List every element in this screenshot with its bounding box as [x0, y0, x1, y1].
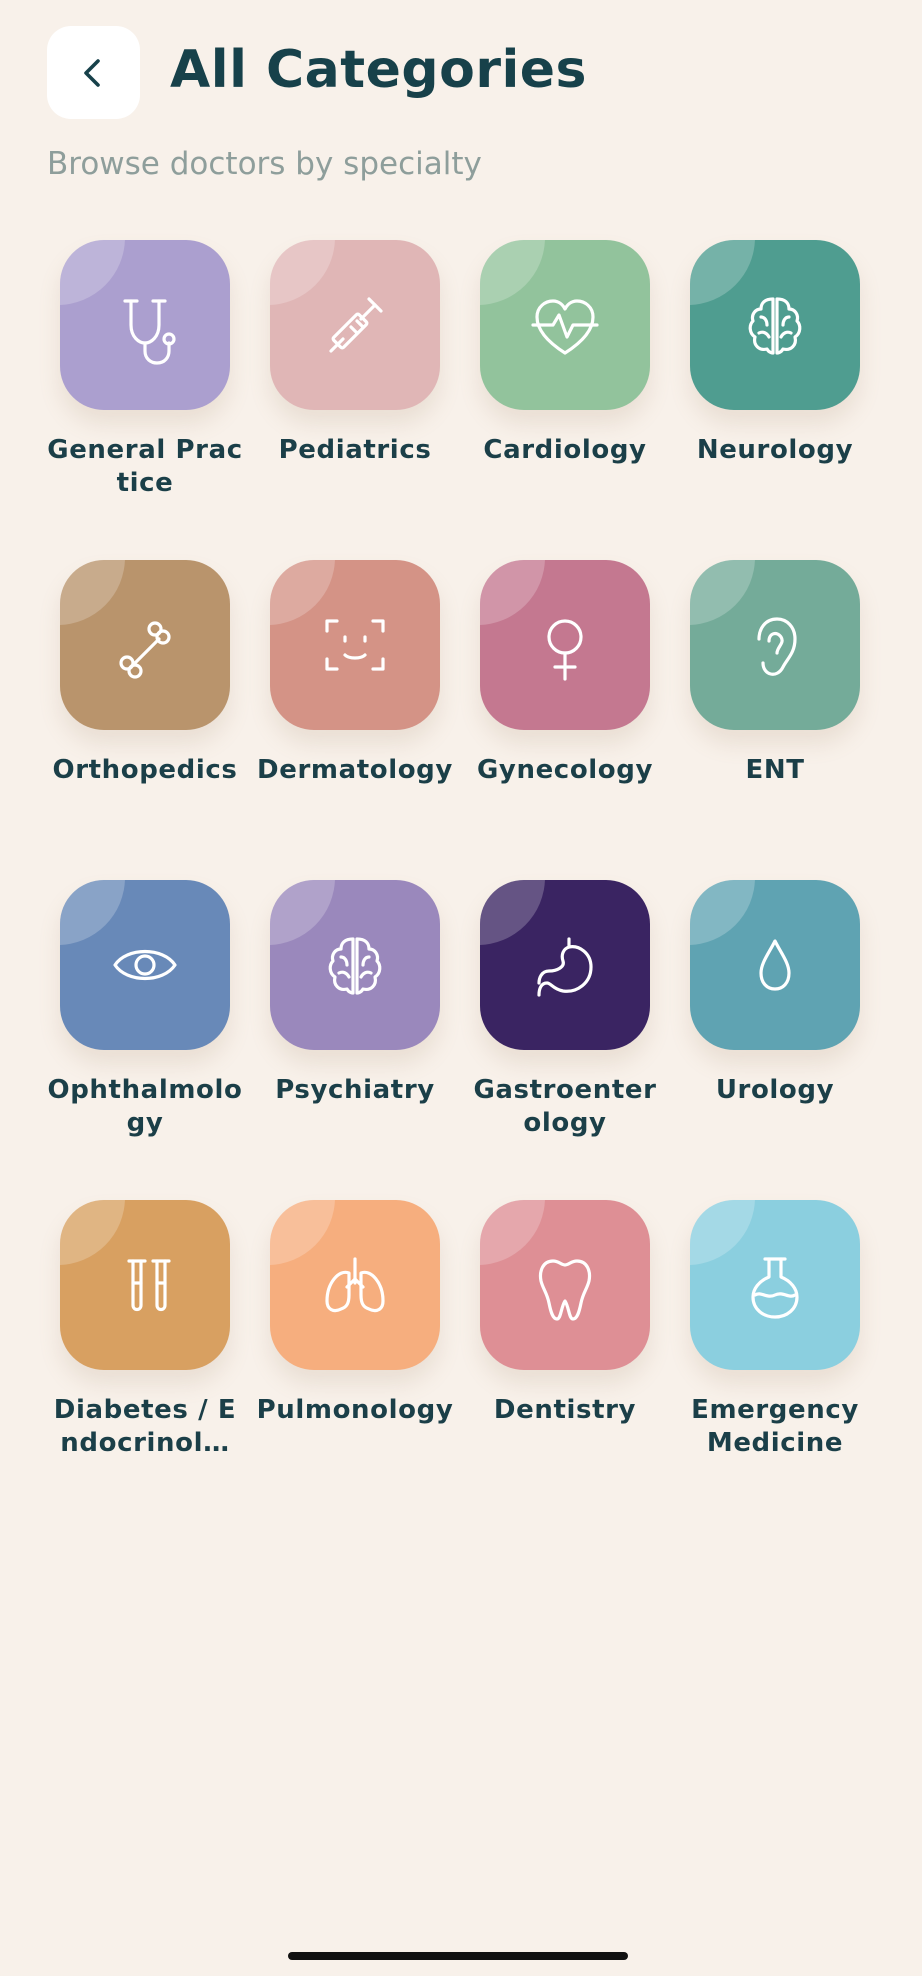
category-tile[interactable]	[690, 1200, 860, 1370]
category-label: Psychiatry	[275, 1075, 435, 1105]
brain-icon	[733, 283, 817, 367]
category-tile[interactable]	[480, 1200, 650, 1370]
category-emergency-medicine[interactable]: Emergency Medicine	[670, 1200, 880, 1520]
category-label: Dentistry	[493, 1395, 637, 1425]
category-dermatology[interactable]: Dermatology	[250, 560, 460, 880]
category-label: Emergency Medicine	[691, 1395, 859, 1458]
page-subtitle: Browse doctors by specialty	[47, 146, 482, 182]
category-diabetes-endocrinology[interactable]: Diabetes / Endocrinol…	[40, 1200, 250, 1520]
brain-icon	[313, 923, 397, 1007]
eye-icon	[103, 923, 187, 1007]
lungs-icon	[313, 1243, 397, 1327]
category-urology[interactable]: Urology	[670, 880, 880, 1200]
category-ophthalmology[interactable]: Ophthalmology	[40, 880, 250, 1200]
category-label: Ophthalmology	[47, 1075, 243, 1138]
category-tile[interactable]	[480, 560, 650, 730]
category-psychiatry[interactable]: Psychiatry	[250, 880, 460, 1200]
category-label: Gastroenterology	[473, 1075, 657, 1138]
category-neurology[interactable]: Neurology	[670, 240, 880, 560]
flask-icon	[733, 1243, 817, 1327]
category-general-practice[interactable]: General Practice	[40, 240, 250, 560]
category-tile[interactable]	[690, 240, 860, 410]
female-symbol-icon	[523, 603, 607, 687]
category-label: Dermatology	[257, 755, 453, 785]
category-label: General Practice	[47, 435, 243, 498]
stomach-icon	[523, 923, 607, 1007]
category-dentistry[interactable]: Dentistry	[460, 1200, 670, 1520]
category-orthopedics[interactable]: Orthopedics	[40, 560, 250, 880]
face-scan-icon	[313, 603, 397, 687]
category-pulmonology[interactable]: Pulmonology	[250, 1200, 460, 1520]
category-label: Pediatrics	[278, 435, 432, 465]
category-tile[interactable]	[270, 880, 440, 1050]
category-gynecology[interactable]: Gynecology	[460, 560, 670, 880]
ear-icon	[733, 603, 817, 687]
category-tile[interactable]	[480, 240, 650, 410]
category-label: Cardiology	[483, 435, 647, 465]
page-title: All Categories	[170, 40, 588, 100]
category-tile[interactable]	[270, 560, 440, 730]
category-tile[interactable]	[270, 1200, 440, 1370]
bone-icon	[103, 603, 187, 687]
category-tile[interactable]	[270, 240, 440, 410]
home-indicator[interactable]	[288, 1952, 628, 1960]
category-tile[interactable]	[60, 240, 230, 410]
category-gastroenterology[interactable]: Gastroenterology	[460, 880, 670, 1200]
category-grid: General Practice Pediatrics Cardiology Neur…	[40, 240, 880, 1520]
heart-pulse-icon	[523, 283, 607, 367]
category-tile[interactable]	[60, 880, 230, 1050]
syringe-icon	[313, 283, 397, 367]
category-tile[interactable]	[690, 560, 860, 730]
chevron-left-icon	[74, 53, 114, 93]
test-tubes-icon	[103, 1243, 187, 1327]
category-label: Urology	[715, 1075, 835, 1105]
category-label: Gynecology	[476, 755, 654, 785]
category-tile[interactable]	[690, 880, 860, 1050]
stethoscope-icon	[103, 283, 187, 367]
back-button[interactable]	[47, 26, 140, 119]
category-tile[interactable]	[60, 560, 230, 730]
category-tile[interactable]	[480, 880, 650, 1050]
category-tile[interactable]	[60, 1200, 230, 1370]
category-label: Diabetes / Endocrinol…	[53, 1395, 237, 1458]
droplet-icon	[733, 923, 817, 1007]
category-pediatrics[interactable]: Pediatrics	[250, 240, 460, 560]
category-label: Orthopedics	[52, 755, 238, 785]
tooth-icon	[523, 1243, 607, 1327]
category-label: ENT	[745, 755, 805, 785]
category-cardiology[interactable]: Cardiology	[460, 240, 670, 560]
category-label: Neurology	[696, 435, 854, 465]
category-label: Pulmonology	[256, 1395, 454, 1425]
category-ent[interactable]: ENT	[670, 560, 880, 880]
